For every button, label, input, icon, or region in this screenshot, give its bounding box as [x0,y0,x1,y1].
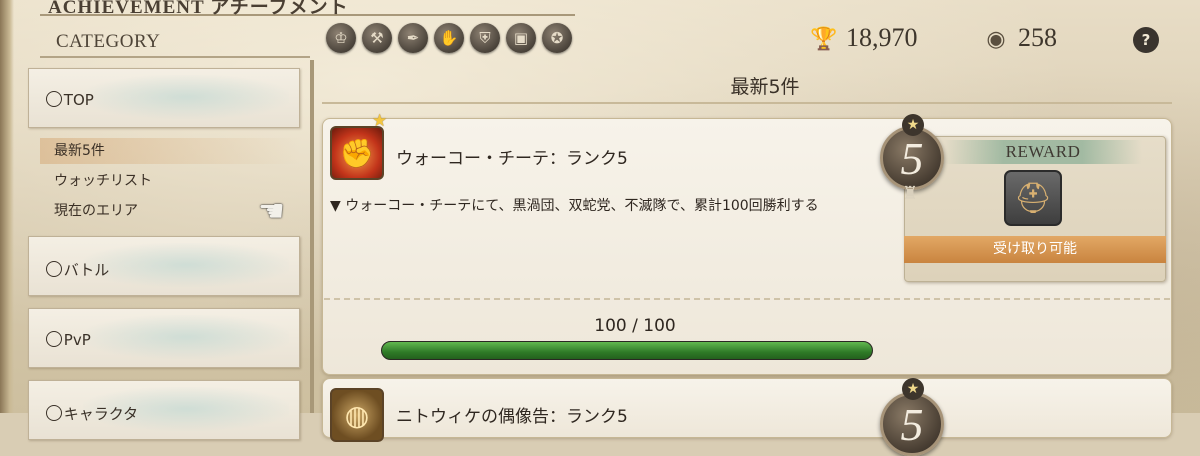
sidebar-item-pvp-label: PvP [41,331,91,349]
claim-reward-button[interactable]: 受け取り可能 [904,236,1166,263]
feather-icon[interactable]: ✒ [398,23,428,53]
star-icon: ★ [372,111,388,131]
fist-icon: ✊ [330,126,384,180]
reward-header: REWARD [944,140,1142,164]
progress-bar [381,341,873,360]
progress-bar-fill [382,342,872,359]
sidebar-divider [310,60,314,413]
achievement-name: ニトウィケの偶像告：ランク5 [396,407,628,427]
progress-text: 100 / 100 [594,316,676,336]
rank-medal: 5 [880,392,944,456]
card-divider [324,298,1170,300]
achievement-description: ▼ ウォーコー・チーテにて、黒渦団、双蛇党、不滅隊で、累計100回勝利する [330,198,819,214]
sidebar-item-top-text: TOP [63,91,94,109]
sidebar-item-battle-label: バトル [41,259,109,280]
sidebar-item-battle-text: バトル [63,261,110,279]
sidebar-item-pvp-text: PvP [63,331,91,349]
hand-pointer-icon: ☚ [258,194,285,229]
expand-arrow-icon [45,405,62,421]
sidebar-item-wash [83,243,289,287]
sidebar-item-top-label: TOP [41,91,94,109]
armor-icon[interactable]: ⛨ [470,23,500,53]
anvil-icon[interactable]: ⚒ [362,23,392,53]
sidebar-item-battle[interactable]: バトル [28,236,300,296]
sidebar-subitem-latest[interactable]: 最新5件 [40,138,300,164]
sidebar-item-wash [83,75,289,119]
sidebar-item-character-label: キャラクタ [41,403,138,424]
achievement-name: ウォーコー・チーテ：ランク5 [396,149,628,169]
hand-icon[interactable]: ✋ [434,23,464,53]
small-trophy-icon: ♜ [902,183,919,204]
sidebar-subitem-watchlist[interactable]: ウォッチリスト [40,168,300,194]
window-title: ACHIEVEMENT アチーブメント [48,0,349,18]
sidebar-item-character[interactable]: キャラクタ [28,380,300,440]
helmet-reward-icon[interactable]: ⛑ [1004,170,1062,226]
rank-star-icon: ★ [902,114,924,136]
expand-arrow-icon [45,331,62,347]
achievement-points-value: 18,970 [846,23,918,52]
sidebar-item-top[interactable]: TOP [28,68,300,128]
drum-icon: ◍ [330,388,384,442]
rank-star-icon: ★ [902,378,924,400]
list-title-rule [322,102,1172,104]
sidebar-item-character-text: キャラクタ [63,405,139,423]
list-title: 最新5件 [730,76,800,98]
category-label: CATEGORY [56,31,161,52]
collapse-arrow-icon [45,91,62,107]
help-button[interactable]: ? [1133,27,1159,53]
goblet-icon[interactable]: ♔ [326,23,356,53]
trophy-icon: 🏆 [810,27,838,52]
seal-count-value: 258 [1018,23,1057,52]
sidebar-item-wash [83,315,289,359]
expand-arrow-icon [45,261,62,277]
coin-icon: ◉ [986,27,1006,52]
category-divider [40,56,310,58]
medal-icon[interactable]: ✪ [542,23,572,53]
window-edge [0,0,14,413]
sidebar-item-pvp[interactable]: PvP [28,308,300,368]
chest-icon[interactable]: ▣ [506,23,536,53]
